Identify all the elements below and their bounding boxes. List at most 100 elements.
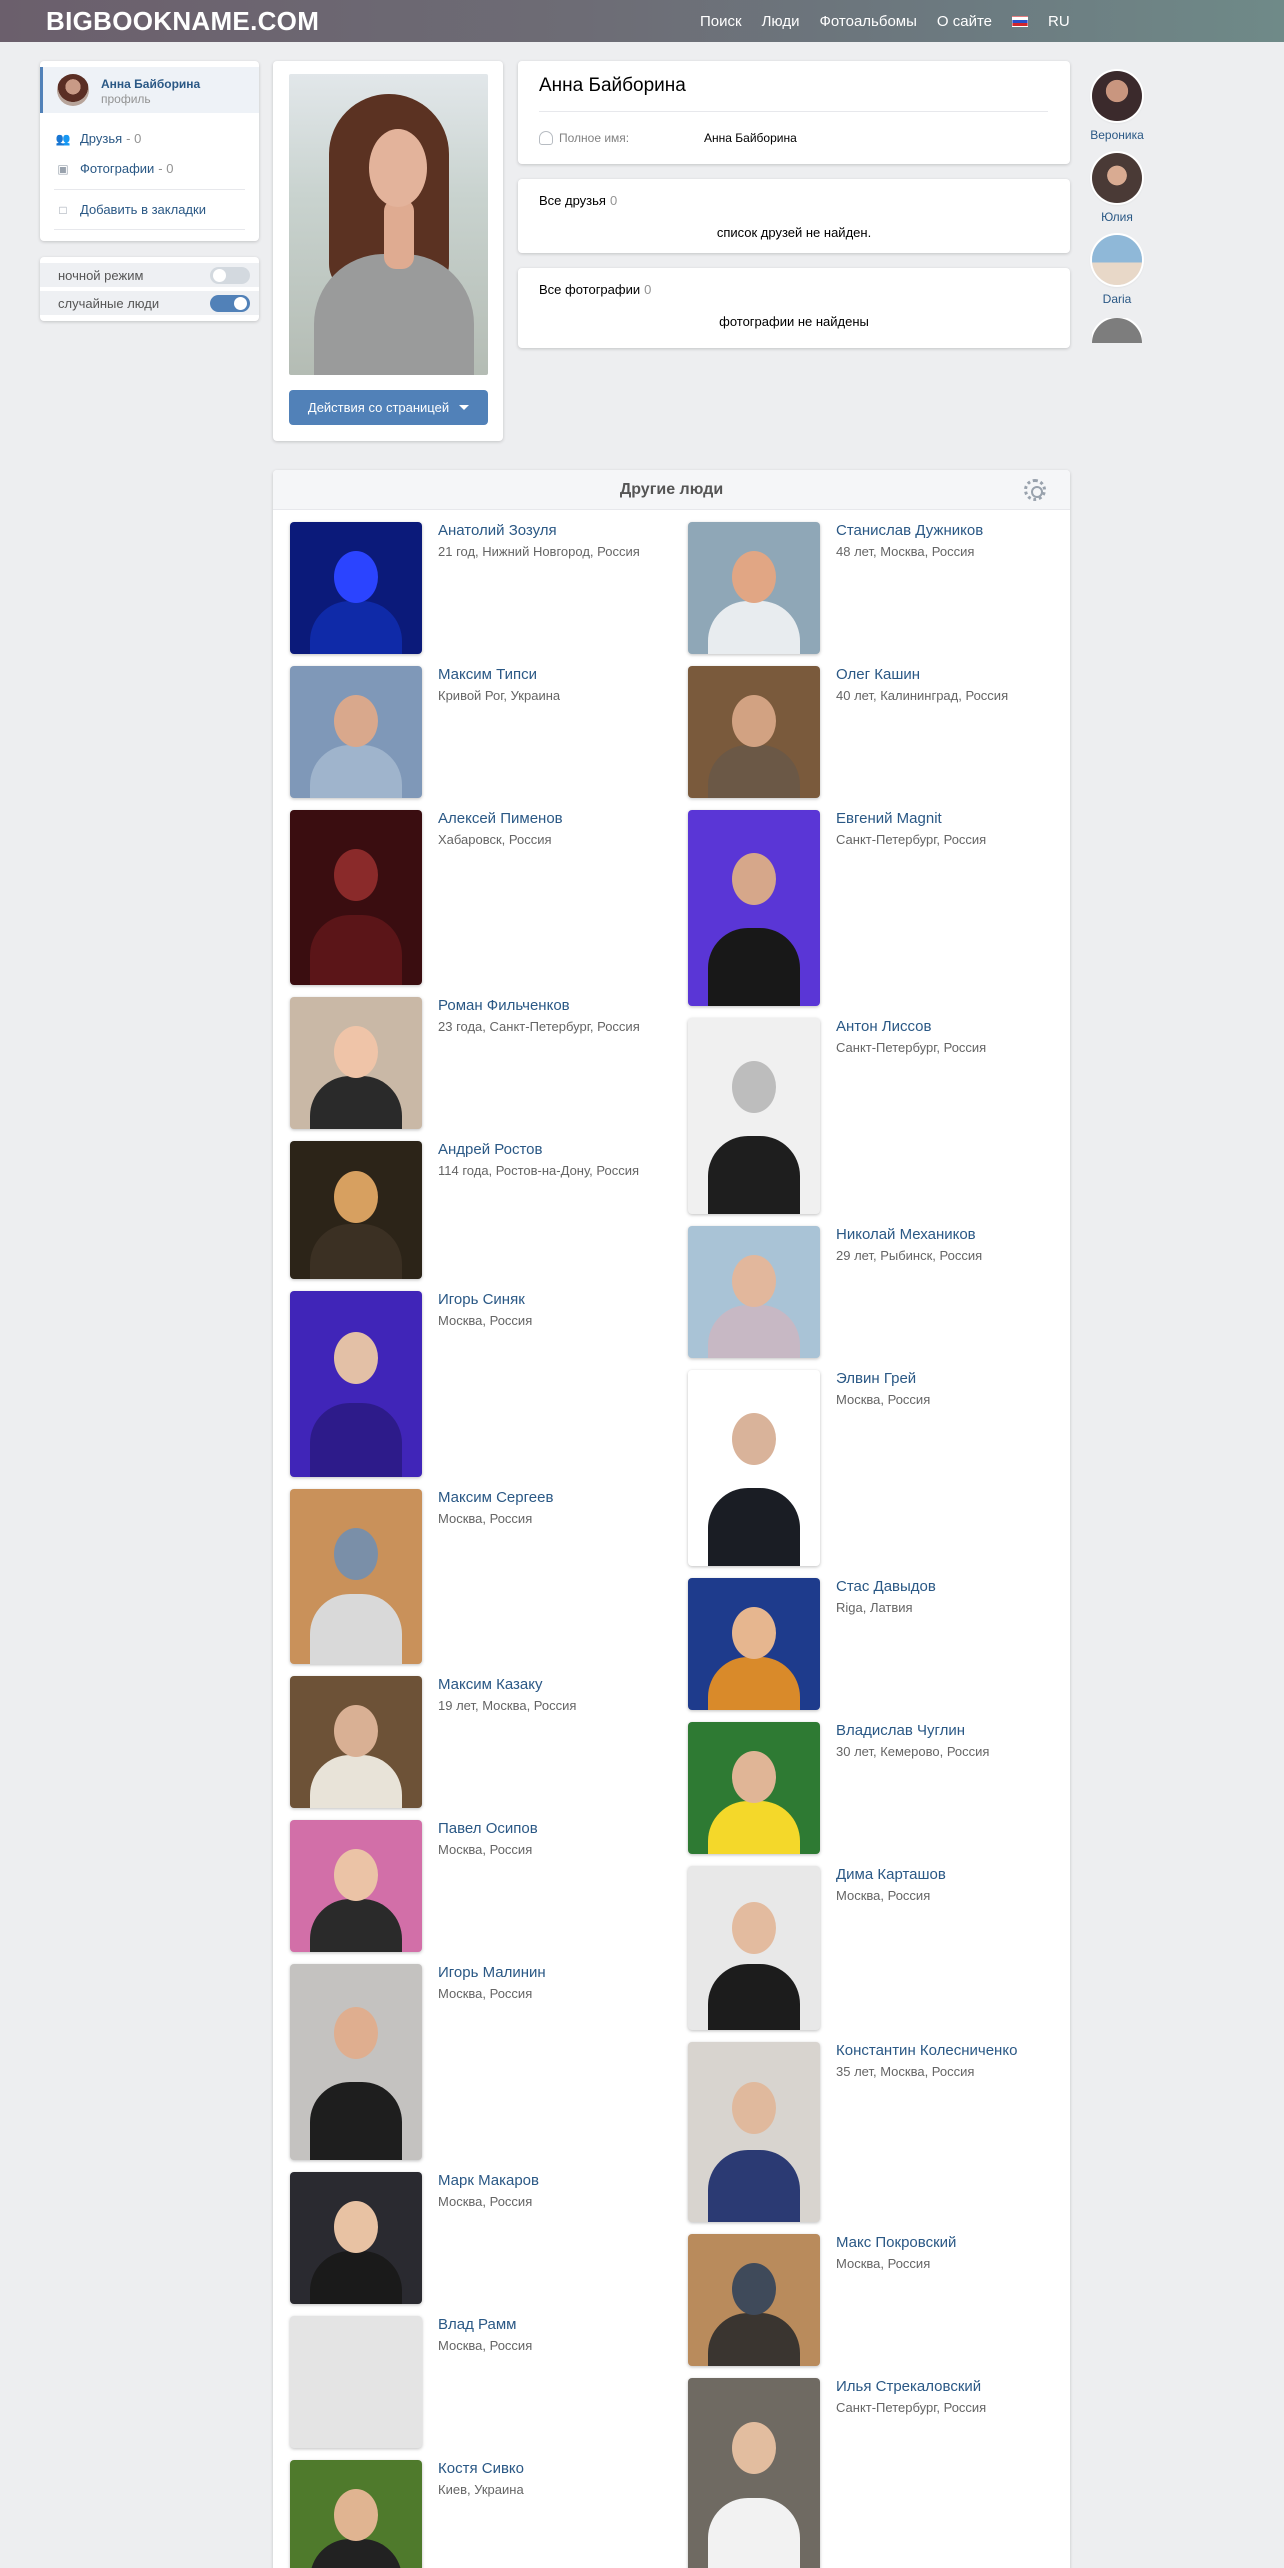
person-card[interactable]: Стас Давыдов Riga, Латвия — [688, 1578, 1078, 1710]
person-card[interactable]: Анатолий Зозуля 21 год, Нижний Новгород, … — [290, 522, 680, 654]
person-card[interactable]: Антон Лиссов Санкт-Петербург, Россия — [688, 1018, 1078, 1214]
person-photo[interactable] — [688, 1866, 820, 2030]
person-photo[interactable] — [290, 522, 422, 654]
person-name-link[interactable]: Роман Фильченков — [438, 997, 570, 1014]
person-name-link[interactable]: Олег Кашин — [836, 666, 920, 683]
friends-section-title[interactable]: Все друзья 0 — [539, 193, 617, 208]
side-avatar-item[interactable]: Вероника — [1090, 71, 1144, 142]
person-name-link[interactable]: Анатолий Зозуля — [438, 522, 557, 539]
nav-about[interactable]: О сайте — [937, 13, 992, 30]
person-photo[interactable] — [290, 997, 422, 1129]
person-name-link[interactable]: Марк Макаров — [438, 2172, 539, 2189]
side-avatar-item[interactable]: Daria — [1092, 235, 1142, 306]
person-card[interactable]: Влад Рамм Москва, Россия — [290, 2316, 680, 2448]
person-card[interactable]: Роман Фильченков 23 года, Санкт-Петербург… — [290, 997, 680, 1129]
person-card[interactable]: Станислав Дужников 48 лет, Москва, Россия — [688, 522, 1078, 654]
person-photo[interactable] — [688, 522, 820, 654]
menu-item-photos[interactable]: ▣ Фотографии - 0 — [54, 161, 173, 176]
person-card[interactable]: Максим Сергеев Москва, Россия — [290, 1489, 680, 1664]
gear-icon[interactable] — [1024, 479, 1046, 501]
person-name-link[interactable]: Игорь Синяк — [438, 1291, 525, 1308]
photo-figure-body — [310, 915, 402, 985]
person-name-link[interactable]: Максим Типси — [438, 666, 537, 683]
night-mode-toggle[interactable] — [210, 267, 250, 284]
person-photo[interactable] — [688, 1370, 820, 1566]
person-photo[interactable] — [688, 810, 820, 1006]
person-photo[interactable] — [688, 1722, 820, 1854]
person-photo[interactable] — [290, 1141, 422, 1279]
menu-profile-link[interactable]: Анна Байборина профиль — [40, 67, 259, 113]
person-photo[interactable] — [290, 666, 422, 798]
person-card[interactable]: Константин Колесниченко 35 лет, Москва, Р… — [688, 2042, 1078, 2222]
person-photo[interactable] — [688, 2042, 820, 2222]
person-name-link[interactable]: Николай Механиков — [836, 1226, 976, 1243]
photos-section-title[interactable]: Все фотографии 0 — [539, 282, 651, 297]
person-card[interactable]: Олег Кашин 40 лет, Калининград, Россия — [688, 666, 1078, 798]
person-name-link[interactable]: Влад Рамм — [438, 2316, 517, 2333]
chevron-down-icon — [459, 405, 470, 415]
person-photo[interactable] — [290, 1676, 422, 1808]
person-name-link[interactable]: Константин Колесниченко — [836, 2042, 1017, 2059]
person-name-link[interactable]: Павел Осипов — [438, 1820, 538, 1837]
person-card[interactable]: Евгений Magnit Санкт-Петербург, Россия — [688, 810, 1078, 1006]
person-name-link[interactable]: Алексей Пименов — [438, 810, 563, 827]
person-name-link[interactable]: Станислав Дужников — [836, 522, 983, 539]
person-card[interactable]: Алексей Пименов Хабаровск, Россия — [290, 810, 680, 985]
person-photo[interactable] — [290, 1291, 422, 1477]
person-card[interactable]: Костя Сивко Киев, Украина — [290, 2460, 680, 2568]
person-photo[interactable] — [688, 2378, 820, 2568]
person-photo[interactable] — [688, 2234, 820, 2366]
person-card[interactable]: Максим Казаку 19 лет, Москва, Россия — [290, 1676, 680, 1808]
person-name-link[interactable]: Дима Карташов — [836, 1866, 946, 1883]
person-photo[interactable] — [290, 810, 422, 985]
person-card[interactable]: Марк Макаров Москва, Россия — [290, 2172, 680, 2304]
person-name-link[interactable]: Макс Покровский — [836, 2234, 956, 2251]
person-photo[interactable] — [290, 2316, 422, 2448]
person-name-link[interactable]: Стас Давыдов — [836, 1578, 936, 1595]
person-photo[interactable] — [688, 1226, 820, 1358]
person-photo[interactable] — [688, 1578, 820, 1710]
person-card[interactable]: Элвин Грей Москва, Россия — [688, 1370, 1078, 1566]
person-card[interactable]: Андрей Ростов 114 года, Ростов-на-Дону, Р… — [290, 1141, 680, 1279]
person-name-link[interactable]: Антон Лиссов — [836, 1018, 932, 1035]
person-card[interactable]: Владислав Чуглин 30 лет, Кемерово, Россия — [688, 1722, 1078, 1854]
person-photo[interactable] — [290, 1820, 422, 1952]
person-card[interactable]: Макс Покровский Москва, Россия — [688, 2234, 1078, 2366]
person-name-link[interactable]: Игорь Малинин — [438, 1964, 546, 1981]
person-card[interactable]: Игорь Синяк Москва, Россия — [290, 1291, 680, 1477]
bookmark-icon: □ — [59, 202, 67, 217]
person-photo[interactable] — [290, 2460, 422, 2568]
random-people-toggle[interactable] — [210, 295, 250, 312]
person-photo[interactable] — [688, 1018, 820, 1214]
person-name-link[interactable]: Илья Стрекаловский — [836, 2378, 981, 2395]
nav-search[interactable]: Поиск — [700, 13, 742, 30]
person-card[interactable]: Дима Карташов Москва, Россия — [688, 1866, 1078, 2030]
person-name-link[interactable]: Костя Сивко — [438, 2460, 524, 2477]
menu-item-bookmark[interactable]: □ Добавить в закладки — [54, 202, 206, 217]
language-switch[interactable]: RU — [1012, 13, 1090, 30]
person-name-link[interactable]: Элвин Грей — [836, 1370, 916, 1387]
photo-figure-body — [708, 745, 800, 798]
page-actions-button[interactable]: Действия со страницей — [289, 390, 488, 425]
person-name-link[interactable]: Евгений Magnit — [836, 810, 942, 827]
person-photo[interactable] — [290, 1489, 422, 1664]
person-card[interactable]: Павел Осипов Москва, Россия — [290, 1820, 680, 1952]
nav-people[interactable]: Люди — [762, 13, 800, 30]
person-card[interactable]: Игорь Малинин Москва, Россия — [290, 1964, 680, 2160]
person-name-link[interactable]: Максим Сергеев — [438, 1489, 553, 1506]
person-card[interactable]: Максим Типси Кривой Рог, Украина — [290, 666, 680, 798]
menu-item-friends[interactable]: 👥 Друзья - 0 — [54, 131, 142, 146]
nav-albums[interactable]: Фотоальбомы — [819, 13, 916, 30]
person-photo[interactable] — [688, 666, 820, 798]
person-photo[interactable] — [290, 1964, 422, 2160]
person-name-link[interactable]: Максим Казаку — [438, 1676, 542, 1693]
site-logo[interactable]: BIGBOOKNAME.COM — [46, 6, 319, 37]
person-name-link[interactable]: Владислав Чуглин — [836, 1722, 965, 1739]
person-card[interactable]: Илья Стрекаловский Санкт-Петербург, Росси… — [688, 2378, 1078, 2568]
person-photo[interactable] — [290, 2172, 422, 2304]
profile-photo[interactable] — [289, 74, 488, 375]
side-avatar-item[interactable]: Юлия — [1092, 153, 1142, 224]
person-name-link[interactable]: Андрей Ростов — [438, 1141, 542, 1158]
person-card[interactable]: Николай Механиков 29 лет, Рыбинск, Россия — [688, 1226, 1078, 1358]
side-avatar-item[interactable] — [1092, 318, 1142, 343]
